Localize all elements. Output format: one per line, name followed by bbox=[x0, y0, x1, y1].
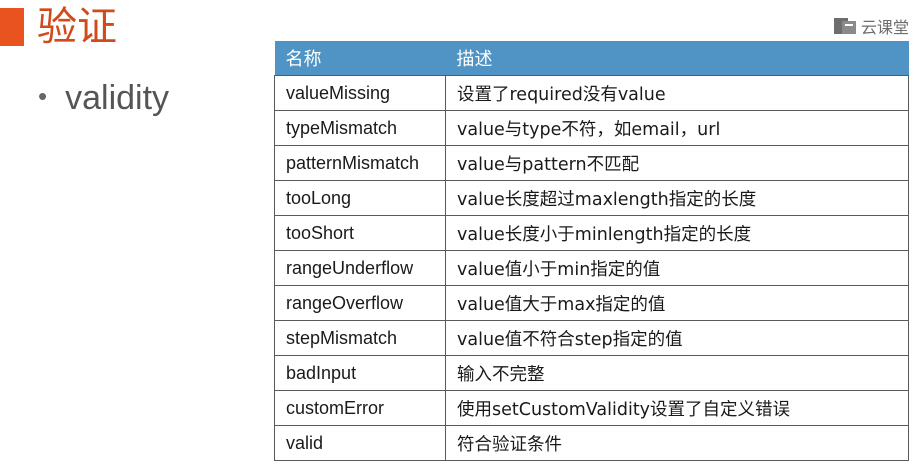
table-row: rangeOverflow value值大于max指定的值 bbox=[274, 285, 909, 321]
row-name: valueMissing bbox=[274, 75, 446, 111]
bullet-item: • validity bbox=[38, 76, 169, 118]
row-desc: value与type不符，如email，url bbox=[445, 110, 909, 146]
header-description: 描述 bbox=[445, 41, 909, 76]
row-name: customError bbox=[274, 390, 446, 426]
table-row: customError 使用setCustomValidity设置了自定义错误 bbox=[274, 390, 909, 426]
table-row: valueMissing 设置了required没有value bbox=[274, 75, 909, 111]
row-name: typeMismatch bbox=[274, 110, 446, 146]
title-accent-bar bbox=[0, 8, 24, 46]
row-desc: 输入不完整 bbox=[445, 355, 909, 391]
table-row: rangeUnderflow value值小于min指定的值 bbox=[274, 250, 909, 286]
table-row: patternMismatch value与pattern不匹配 bbox=[274, 145, 909, 181]
row-name: valid bbox=[274, 425, 446, 461]
brand-logo: 云课堂 bbox=[833, 14, 909, 38]
bullet-text: validity bbox=[65, 79, 170, 117]
row-desc: value值不符合step指定的值 bbox=[445, 320, 909, 356]
row-desc: value值小于min指定的值 bbox=[445, 250, 909, 286]
row-desc: 设置了required没有value bbox=[445, 75, 909, 111]
header-name: 名称 bbox=[274, 41, 446, 76]
bullet-dot-icon: • bbox=[38, 81, 48, 111]
validity-table: 名称 描述 valueMissing 设置了required没有value typ… bbox=[274, 41, 909, 461]
row-name: badInput bbox=[274, 355, 446, 391]
row-desc: value与pattern不匹配 bbox=[445, 145, 909, 181]
table-row: tooLong value长度超过maxlength指定的长度 bbox=[274, 180, 909, 216]
row-desc: value长度超过maxlength指定的长度 bbox=[445, 180, 909, 216]
table-row: stepMismatch value值不符合step指定的值 bbox=[274, 320, 909, 356]
table-row: typeMismatch value与type不符，如email，url bbox=[274, 110, 909, 146]
row-desc: value长度小于minlength指定的长度 bbox=[445, 215, 909, 251]
row-name: rangeOverflow bbox=[274, 285, 446, 321]
slide: 验证 • validity 云课堂 名称 描述 valueMissing 设置了re… bbox=[0, 0, 919, 468]
row-desc: 使用setCustomValidity设置了自定义错误 bbox=[445, 390, 909, 426]
row-name: patternMismatch bbox=[274, 145, 446, 181]
logo-text: 云课堂 bbox=[860, 18, 909, 37]
cloud-class-logo-icon bbox=[833, 18, 856, 34]
row-name: rangeUnderflow bbox=[274, 250, 446, 286]
row-desc: value值大于max指定的值 bbox=[445, 285, 909, 321]
row-name: stepMismatch bbox=[274, 320, 446, 356]
table-row: tooShort value长度小于minlength指定的长度 bbox=[274, 215, 909, 251]
row-desc: 符合验证条件 bbox=[445, 425, 909, 461]
row-name: tooLong bbox=[274, 180, 446, 216]
row-name: tooShort bbox=[274, 215, 446, 251]
table-row: badInput 输入不完整 bbox=[274, 355, 909, 391]
slide-title: 验证 bbox=[37, 4, 117, 50]
table-row: valid 符合验证条件 bbox=[274, 425, 909, 461]
